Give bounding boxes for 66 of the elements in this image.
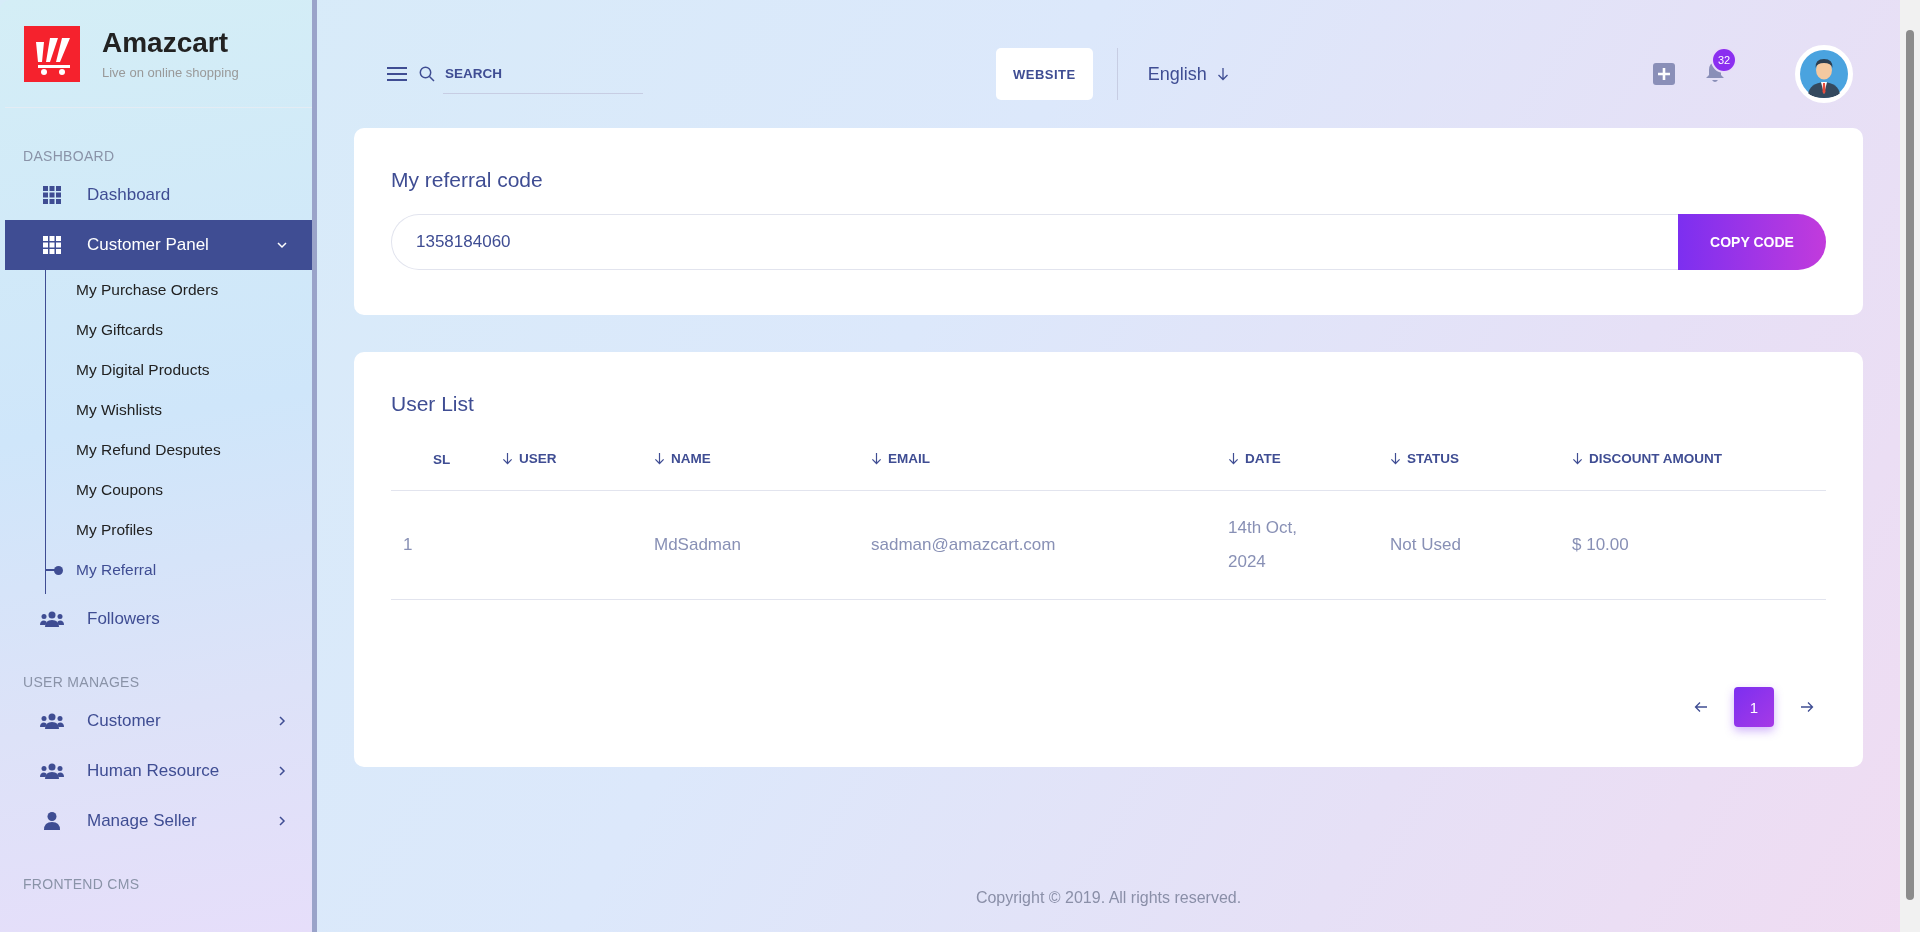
sidebar-item[interactable]: Human Resource xyxy=(5,746,312,796)
referral-code-field[interactable]: 1358184060 xyxy=(391,214,1678,270)
column-header[interactable]: STATUS xyxy=(1390,450,1459,466)
chevron-icon xyxy=(277,240,287,250)
card-title: User List xyxy=(391,392,475,416)
search-icon xyxy=(419,66,435,82)
table-cell: Not Used xyxy=(1390,535,1461,554)
brand-tagline: Live on online shopping xyxy=(102,65,239,80)
sidebar-item[interactable]: Customer xyxy=(5,696,312,746)
sort-arrow-icon xyxy=(654,451,665,465)
table-cell-text: 14th Oct, 2024 xyxy=(1228,517,1298,573)
sort-arrow-icon xyxy=(1228,451,1239,465)
table-cell: $ 10.00 xyxy=(1572,535,1629,554)
submenu-item[interactable]: My Wishlists xyxy=(46,390,312,430)
sidebar-item[interactable]: Customer Panel xyxy=(5,220,312,270)
page-button[interactable]: 1 xyxy=(1734,687,1774,727)
scrollbar-thumb[interactable] xyxy=(1906,30,1914,900)
column-header[interactable]: NAME xyxy=(654,450,711,466)
sort-arrow-icon xyxy=(871,451,882,465)
submenu-item[interactable]: My Giftcards xyxy=(46,310,312,350)
sidebar-item[interactable]: Followers xyxy=(5,594,312,644)
sort-arrow-icon xyxy=(502,451,513,465)
column-header[interactable]: DISCOUNT AMOUNT xyxy=(1572,450,1722,466)
sidebar-item[interactable]: Dashboard xyxy=(5,170,312,220)
user-avatar-icon xyxy=(1800,50,1848,98)
table-cell: 1 xyxy=(403,535,413,554)
grid-icon xyxy=(43,236,61,254)
section-heading: USER MANAGES xyxy=(22,674,141,692)
sort-arrow-icon xyxy=(1572,451,1583,465)
users-icon xyxy=(40,611,64,627)
submenu-item[interactable]: My Purchase Orders xyxy=(46,270,312,310)
column-header[interactable]: SL xyxy=(433,451,451,467)
submenu-item[interactable]: My Coupons xyxy=(46,470,312,510)
submenu-item[interactable]: My Referral xyxy=(46,550,312,590)
column-header[interactable]: DATE xyxy=(1228,450,1281,466)
column-header[interactable]: USER xyxy=(502,450,557,466)
sidebar-item[interactable]: Manage Seller xyxy=(5,796,312,846)
grid-icon xyxy=(43,186,61,204)
chevron-icon xyxy=(277,766,287,776)
search-field[interactable]: SEARCH xyxy=(443,54,643,94)
notification-badge: 32 xyxy=(1711,47,1737,73)
table-cell: sadman@amazcart.com xyxy=(871,535,1056,554)
section-heading: FRONTEND CMS xyxy=(22,876,141,894)
website-button[interactable]: WEBSITE xyxy=(996,48,1093,100)
logo-icon xyxy=(24,25,80,82)
submenu-item[interactable]: My Refund Desputes xyxy=(46,430,312,470)
add-icon[interactable] xyxy=(1653,63,1675,85)
card-title: My referral code xyxy=(391,168,544,192)
brand-name: Amazcart xyxy=(102,27,230,59)
column-header[interactable]: EMAIL xyxy=(871,450,930,466)
chevron-icon xyxy=(277,816,287,826)
menu-icon[interactable] xyxy=(387,66,407,82)
chevron-icon xyxy=(277,716,287,726)
copy-code-button[interactable]: COPY CODE xyxy=(1678,214,1826,270)
section-heading: DASHBOARD xyxy=(22,148,116,166)
previous-page-icon[interactable] xyxy=(1694,701,1708,713)
language-selector[interactable]: English xyxy=(1141,62,1235,86)
submenu-item[interactable]: My Digital Products xyxy=(46,350,312,390)
arrow-down-icon xyxy=(1216,67,1229,81)
next-page-icon[interactable] xyxy=(1800,701,1814,713)
users-icon xyxy=(40,713,64,729)
submenu-item[interactable]: My Profiles xyxy=(46,510,312,550)
copyright-text: Copyright © 2019. All rights reserved. xyxy=(974,889,1243,907)
users-icon xyxy=(40,763,64,779)
table-cell: MdSadman xyxy=(654,535,741,554)
sort-arrow-icon xyxy=(1390,451,1401,465)
